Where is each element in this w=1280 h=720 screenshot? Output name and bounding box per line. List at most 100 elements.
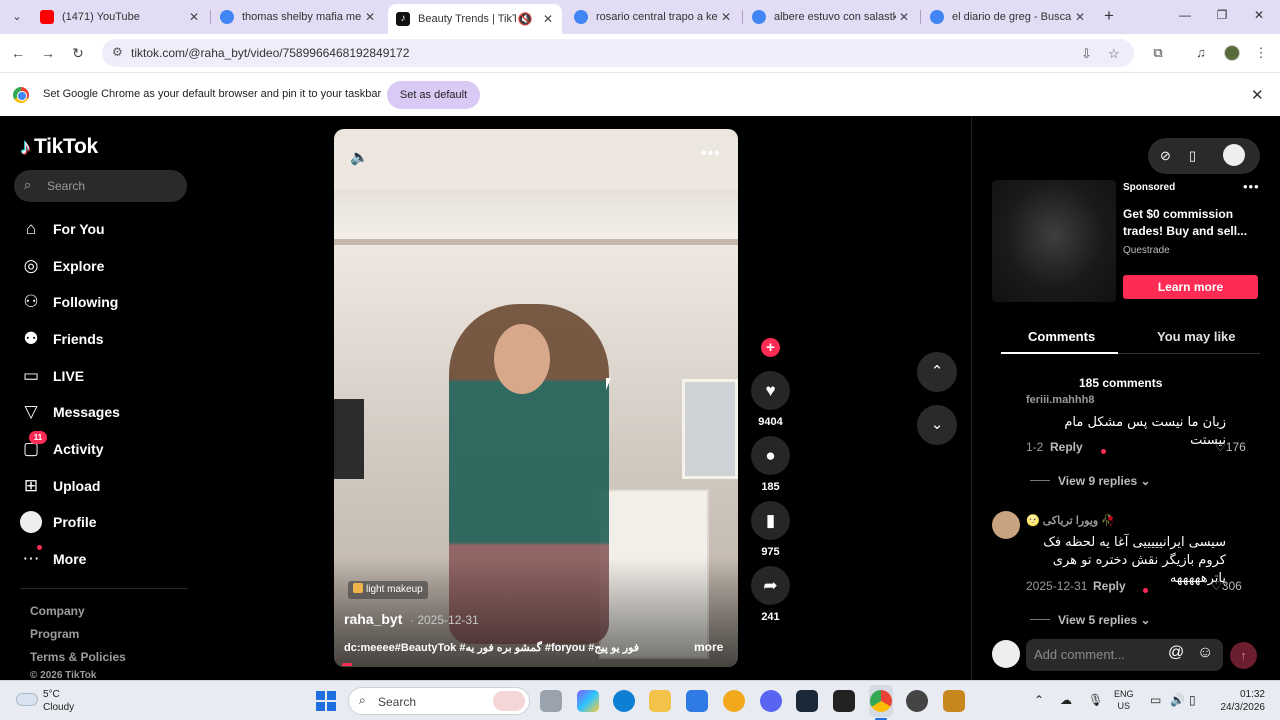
edge-icon[interactable]: [613, 690, 635, 712]
copilot-icon[interactable]: [577, 690, 599, 712]
reload-icon[interactable]: ↻: [68, 43, 88, 63]
close-icon[interactable]: ✕: [186, 10, 202, 24]
video-player[interactable]: 🔈 ••• light makeup raha_byt · 2025-12-31…: [334, 129, 738, 667]
effect-tag[interactable]: light makeup: [348, 581, 428, 599]
tray-chevron-up-icon[interactable]: ⌃: [1034, 693, 1044, 707]
app-icon[interactable]: [723, 690, 745, 712]
close-icon[interactable]: ✕: [362, 10, 378, 24]
add-comment-input[interactable]: Add comment... @ ☺: [1026, 639, 1223, 671]
game-app-icon[interactable]: [833, 690, 855, 712]
reply-button[interactable]: Reply: [1050, 440, 1083, 454]
tiktok-logo[interactable]: ♪ TikTok: [20, 134, 98, 160]
video-progress-bar[interactable]: [342, 663, 352, 666]
install-app-icon[interactable]: ⇩: [1081, 46, 1092, 62]
bookmark-icon[interactable]: ▮: [751, 501, 790, 540]
taskbar-search-input[interactable]: ⌕ Search: [348, 687, 530, 715]
close-icon[interactable]: ✕: [1251, 86, 1264, 104]
close-icon[interactable]: ✕: [718, 10, 734, 24]
ad-thumbnail[interactable]: [992, 180, 1116, 302]
comment-like[interactable]: ♡176: [1215, 440, 1246, 454]
follow-plus-button[interactable]: +: [761, 338, 780, 357]
chrome-profile-avatar[interactable]: [1224, 45, 1240, 61]
extensions-puzzle-icon[interactable]: ⧉: [1149, 44, 1167, 62]
sidebar-item-activity[interactable]: ▢ 11 Activity: [20, 431, 104, 463]
language-indicator[interactable]: ENG US: [1114, 688, 1134, 712]
learn-more-button[interactable]: Learn more: [1123, 275, 1258, 299]
more-options-icon[interactable]: •••: [701, 145, 721, 163]
footer-link-program[interactable]: Program: [30, 627, 79, 641]
sidebar-item-profile[interactable]: Profile: [20, 508, 97, 536]
tab-tiktok[interactable]: ♪ Beauty Trends | TikTok 🔇 ✕: [388, 4, 562, 34]
mobile-app-icon[interactable]: ▯: [1189, 148, 1196, 164]
minimize-icon[interactable]: —: [1175, 8, 1195, 22]
avatar[interactable]: [1223, 144, 1245, 166]
close-icon[interactable]: ✕: [540, 12, 556, 26]
volume-icon[interactable]: 🔊: [1170, 693, 1185, 707]
close-icon[interactable]: ✕: [1072, 10, 1088, 24]
search-input[interactable]: ⌕ Search: [14, 170, 187, 202]
view-replies-link[interactable]: View 9 replies ⌄: [1030, 474, 1151, 488]
mention-at-icon[interactable]: @: [1168, 644, 1184, 662]
bookmark-star-icon[interactable]: ☆: [1108, 46, 1120, 62]
tab-comments[interactable]: Comments: [1028, 329, 1095, 344]
close-icon[interactable]: ✕: [896, 10, 912, 24]
ad-title[interactable]: Get $0 commission trades! Buy and sell..…: [1123, 206, 1263, 240]
battery-icon[interactable]: ▯: [1189, 693, 1196, 707]
back-arrow-icon[interactable]: ←: [8, 43, 28, 63]
sidebar-item-upload[interactable]: ⊞ Upload: [20, 472, 101, 500]
window-close-icon[interactable]: ✕: [1249, 8, 1269, 22]
avatar[interactable]: [992, 511, 1020, 539]
discord-icon[interactable]: [760, 690, 782, 712]
new-tab-plus-icon[interactable]: +: [1100, 7, 1118, 25]
comment-like[interactable]: ♡306: [1211, 579, 1242, 593]
clock[interactable]: 01:32 24/3/2026: [1199, 688, 1266, 714]
previous-video-chevron-up-icon[interactable]: ⌃: [917, 352, 957, 392]
forward-arrow-icon[interactable]: →: [38, 43, 58, 63]
sidebar-item-explore[interactable]: ◎ Explore: [20, 252, 105, 280]
sidebar-item-following[interactable]: ⚇ Following: [20, 288, 118, 316]
tab-youtube[interactable]: (1471) YouTube ✕: [32, 4, 208, 30]
tab-google-search[interactable]: rosario central trapo a key ✕: [566, 4, 740, 30]
share-arrow-icon[interactable]: ➦: [751, 566, 790, 605]
microphone-icon[interactable]: 🎙: [1088, 693, 1103, 707]
caption-more-link[interactable]: more: [694, 640, 723, 654]
obs-icon[interactable]: [906, 690, 928, 712]
comment-bubble-icon[interactable]: ●: [751, 436, 790, 475]
next-video-chevron-down-icon[interactable]: ⌄: [917, 405, 957, 445]
tab-search-icon[interactable]: ⌄: [8, 9, 26, 25]
task-view-icon[interactable]: [540, 690, 562, 712]
app-icon[interactable]: [943, 690, 965, 712]
sidebar-item-friends[interactable]: ⚉ Friends: [20, 325, 103, 353]
tab-you-may-like[interactable]: You may like: [1157, 329, 1236, 344]
chrome-menu-icon[interactable]: ⋮: [1252, 44, 1270, 62]
sidebar-item-live[interactable]: ▭ LIVE: [20, 362, 84, 390]
network-icon[interactable]: ▭: [1150, 693, 1161, 707]
steam-icon[interactable]: [796, 690, 818, 712]
volume-icon[interactable]: 🔈: [350, 148, 369, 166]
media-control-icon[interactable]: ♫: [1192, 44, 1210, 62]
creator-tools-icon[interactable]: ⊘: [1160, 148, 1171, 164]
comment-username[interactable]: feriii.mahhh8: [1026, 394, 1094, 406]
comment-username[interactable]: 🌝 ویورا تریاکی 🥀: [1026, 514, 1115, 527]
sidebar-item-for-you[interactable]: ⌂ For You: [20, 215, 105, 243]
sidebar-item-more[interactable]: ⋯ More: [20, 545, 86, 573]
address-bar[interactable]: ⚙ tiktok.com/@raha_byt/video/75899664681…: [102, 39, 1134, 67]
site-info-icon[interactable]: ⚙: [112, 45, 123, 59]
like-heart-icon[interactable]: ♥: [751, 371, 790, 410]
speaker-muted-icon[interactable]: 🔇: [516, 12, 534, 26]
file-explorer-icon[interactable]: [649, 690, 671, 712]
restore-icon[interactable]: ❐: [1212, 8, 1232, 22]
footer-link-terms[interactable]: Terms & Policies: [30, 650, 126, 664]
onedrive-cloud-icon[interactable]: ☁: [1060, 693, 1072, 707]
reply-button[interactable]: Reply: [1093, 579, 1126, 593]
tab-google-search[interactable]: thomas shelby mafia mem ✕: [212, 4, 384, 30]
footer-link-company[interactable]: Company: [30, 604, 85, 618]
tab-google-search[interactable]: albere estuvo con salastk ✕: [744, 4, 918, 30]
tab-google-search[interactable]: el diario de greg - Buscar c ✕: [922, 4, 1094, 30]
view-replies-link[interactable]: View 5 replies ⌄: [1030, 613, 1151, 627]
emoji-icon[interactable]: ☺: [1197, 644, 1213, 662]
chrome-icon[interactable]: [870, 690, 892, 712]
windows-start-icon[interactable]: [316, 691, 336, 711]
set-default-button[interactable]: Set as default: [387, 81, 480, 109]
send-arrow-icon[interactable]: ↑: [1230, 642, 1257, 669]
